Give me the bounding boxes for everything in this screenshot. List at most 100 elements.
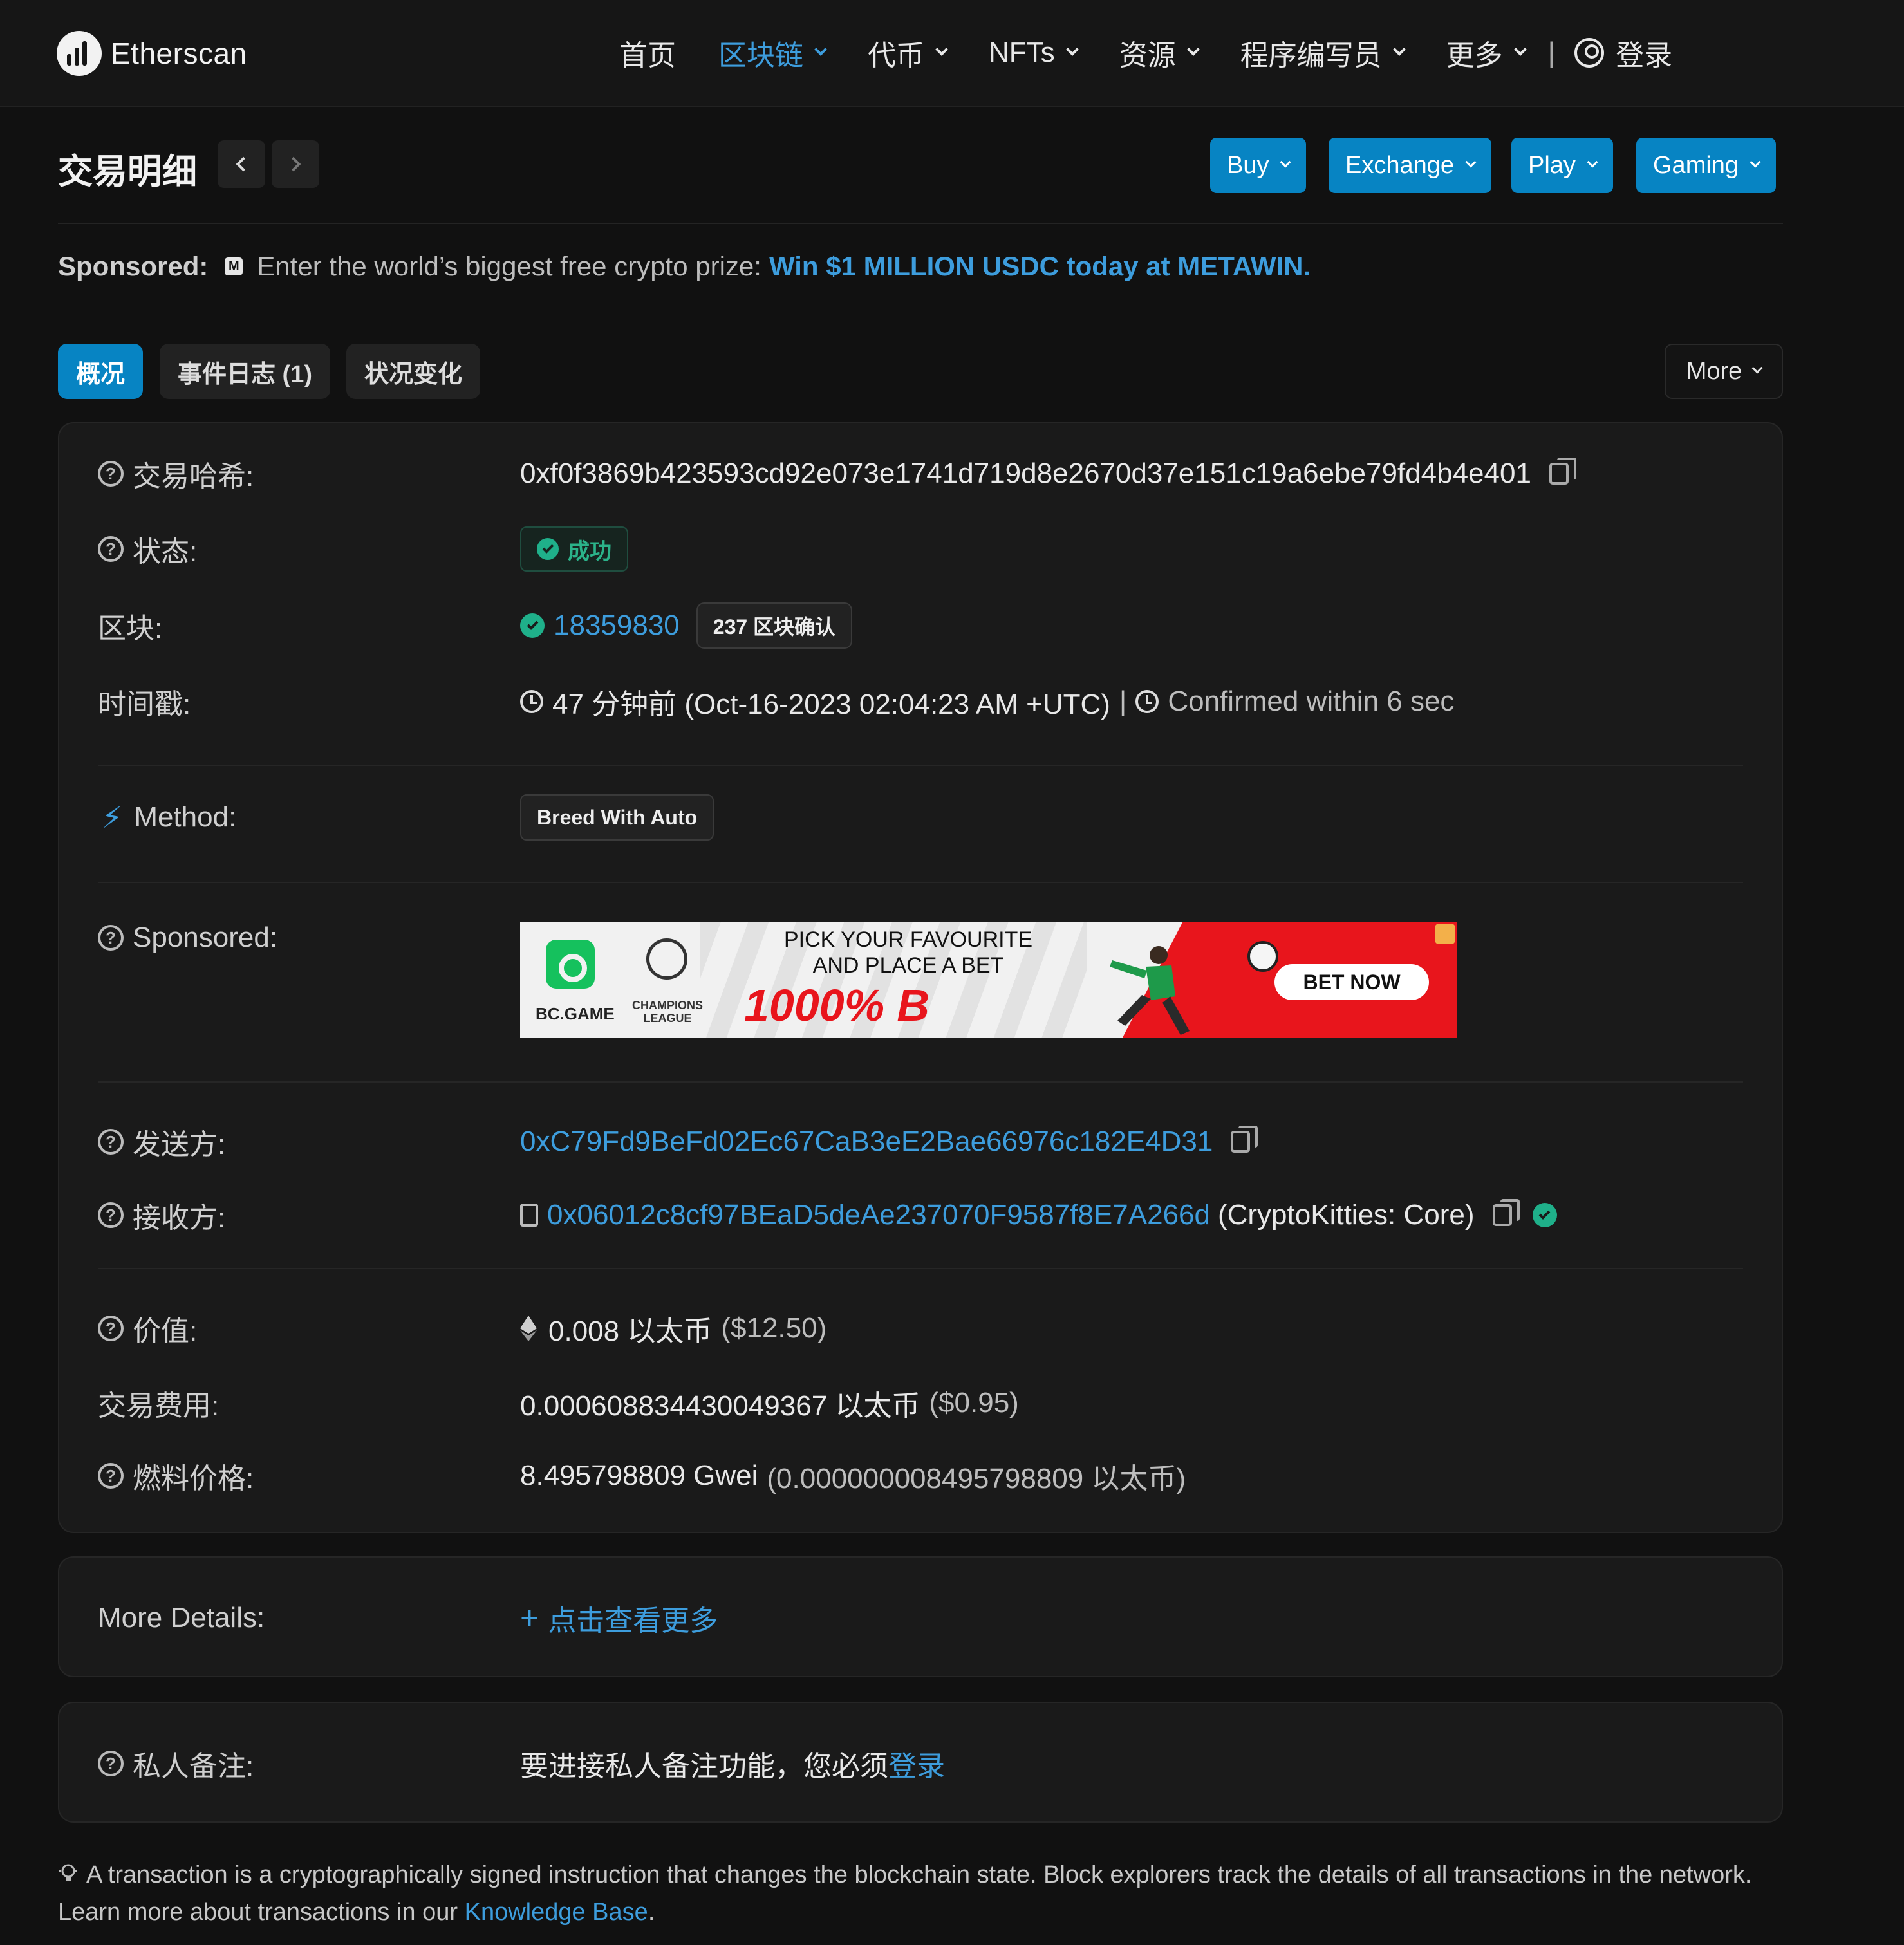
next-transaction-button[interactable] xyxy=(272,140,319,188)
banner-promo: 1000% B xyxy=(744,980,929,1030)
method-badge: Breed With Auto xyxy=(520,794,714,841)
question-icon[interactable]: ? xyxy=(98,1463,124,1489)
nav-item-nfts[interactable]: NFTs xyxy=(989,37,1079,69)
more-details-label: More Details: xyxy=(98,1602,265,1633)
copy-icon[interactable] xyxy=(1492,1199,1520,1226)
question-icon[interactable]: ? xyxy=(98,925,124,951)
chevron-down-icon xyxy=(935,43,948,56)
to-label: 接收方: xyxy=(133,1202,226,1234)
sponsored-label-group: ? Sponsored: xyxy=(98,922,277,954)
private-note-label: 私人备注: xyxy=(133,1751,254,1782)
block-label-group: 区块: xyxy=(98,605,162,646)
nav-item-tokens[interactable]: 代币 xyxy=(868,32,948,73)
tx-hash-value-group: 0xf0f3869b423593cd92e073e1741d719d8e2670… xyxy=(520,458,1576,490)
chevron-down-icon xyxy=(1065,43,1079,56)
block-confirmations: 237 区块确认 xyxy=(713,615,836,638)
timestamp-value: 47 分钟前 (Oct-16-2023 02:04:23 AM +UTC) xyxy=(552,689,1110,720)
nav-item-developers[interactable]: 程序编写员 xyxy=(1240,32,1406,73)
row-from: ? 发送方: 0xC79Fd9BeFd02Ec67CaB3eE2Bae66976c… xyxy=(98,1117,1743,1166)
question-icon[interactable]: ? xyxy=(98,1129,124,1155)
private-note-card: ? 私人备注: 要进接私人备注功能，您必须 登录 xyxy=(58,1702,1783,1823)
value-label: 价值: xyxy=(133,1316,198,1347)
question-icon[interactable]: ? xyxy=(98,1316,124,1341)
chevron-left-icon xyxy=(236,156,251,172)
etherscan-logo[interactable]: Etherscan xyxy=(57,31,247,76)
status-label-group: ? 状态: xyxy=(98,528,197,570)
nav-item-more[interactable]: 更多 xyxy=(1446,32,1527,73)
block-value-group: 18359830 237 区块确认 xyxy=(520,602,853,649)
ad-banner[interactable]: BC.GAME CHAMPIONS LEAGUE PICK YOUR FAVOU… xyxy=(520,922,1457,1038)
top-navbar: Etherscan 首页 区块链 代币 NFTs 资源 程序编写员 更多 | 登… xyxy=(0,0,1904,107)
tab-label: 事件日志 (1) xyxy=(178,360,313,388)
tx-hash-label: 交易哈希: xyxy=(133,461,254,492)
tx-hash-label-group: ? 交易哈希: xyxy=(98,453,254,494)
exchange-button[interactable]: Exchange xyxy=(1329,138,1492,193)
lightning-icon: ⚡ xyxy=(102,801,123,834)
copy-icon[interactable] xyxy=(1549,458,1576,485)
soccer-ball-icon xyxy=(1247,941,1278,972)
from-address-link[interactable]: 0xC79Fd9BeFd02Ec67CaB3eE2Bae66976c182E4D… xyxy=(520,1126,1213,1158)
cta-label: Gaming xyxy=(1653,151,1739,179)
question-icon[interactable]: ? xyxy=(98,536,124,562)
chevron-down-icon xyxy=(1280,156,1291,168)
status-label: 状态: xyxy=(133,536,198,568)
question-icon[interactable]: ? xyxy=(98,1202,124,1228)
tab-overview[interactable]: 概况 xyxy=(58,344,144,399)
to-address-link[interactable]: 0x06012c8cf97BEaD5deAe237070F9587f8E7A26… xyxy=(547,1199,1210,1231)
cta-label: Play xyxy=(1528,151,1576,179)
fee-label: 交易费用: xyxy=(98,1390,219,1422)
bet-now-button[interactable]: BET NOW xyxy=(1274,964,1429,1000)
private-note-login-link[interactable]: 登录 xyxy=(888,1743,945,1784)
chevron-right-icon xyxy=(286,156,301,172)
copy-icon[interactable] xyxy=(1231,1126,1258,1153)
ad-choices-icon[interactable] xyxy=(1435,924,1455,944)
row-tx-hash: ? 交易哈希: 0xf0f3869b423593cd92e073e1741d719… xyxy=(98,449,1743,498)
nav-item-blockchain[interactable]: 区块链 xyxy=(718,32,827,73)
prev-transaction-button[interactable] xyxy=(218,140,265,188)
knowledge-base-link[interactable]: Knowledge Base xyxy=(465,1899,648,1926)
nav-item-label: 资源 xyxy=(1119,40,1176,71)
divider xyxy=(58,223,1783,224)
method-label: Method: xyxy=(134,801,237,833)
stopwatch-icon xyxy=(1135,690,1159,713)
chevron-down-icon xyxy=(1392,43,1406,56)
gaming-button[interactable]: Gaming xyxy=(1636,138,1777,193)
fee-amount: 0.000608834430049367 以太币 xyxy=(520,1390,920,1422)
tab-label: 概况 xyxy=(76,360,126,388)
divider xyxy=(98,1268,1743,1269)
timestamp-label: 时间戳: xyxy=(98,689,191,720)
question-icon[interactable]: ? xyxy=(98,461,124,487)
to-label-group: ? 接收方: xyxy=(98,1195,225,1236)
block-number-link[interactable]: 18359830 xyxy=(554,610,680,642)
play-button[interactable]: Play xyxy=(1511,138,1613,193)
value-amount: 0.008 以太币 xyxy=(548,1316,713,1347)
login-link[interactable]: 登录 xyxy=(1574,32,1672,73)
clock-icon xyxy=(520,690,543,713)
nav-item-resources[interactable]: 资源 xyxy=(1119,32,1200,73)
question-icon[interactable]: ? xyxy=(98,1751,124,1776)
private-note-value-group: 要进接私人备注功能，您必须 登录 xyxy=(520,1743,945,1784)
chevron-down-icon xyxy=(1750,156,1761,168)
value-value-group: 0.008 以太币 ($12.50) xyxy=(520,1308,826,1349)
nav-item-label: 更多 xyxy=(1446,40,1503,71)
tab-state-changes[interactable]: 状况变化 xyxy=(346,344,481,399)
brand-name: Etherscan xyxy=(111,37,247,70)
block-label: 区块: xyxy=(98,613,163,644)
plus-icon: + xyxy=(520,1600,539,1636)
nav-item-home[interactable]: 首页 xyxy=(619,32,676,73)
chevron-down-icon xyxy=(1587,156,1598,168)
sponsored-label: Sponsored: xyxy=(133,922,278,953)
timestamp-separator: | xyxy=(1119,685,1127,717)
nav-item-label: NFTs xyxy=(989,37,1055,68)
from-label-group: ? 发送方: xyxy=(98,1121,225,1162)
more-details-link[interactable]: + 点击查看更多 xyxy=(520,1597,718,1639)
more-dropdown-button[interactable]: More xyxy=(1665,344,1783,399)
metawin-logo-icon: M xyxy=(225,257,243,275)
sponsored-link[interactable]: Win $1 MILLION USDC today at METAWIN. xyxy=(769,251,1311,282)
buy-button[interactable]: Buy xyxy=(1210,138,1307,193)
fee-value-group: 0.000608834430049367 以太币 ($0.95) xyxy=(520,1382,1019,1424)
champions-league-logo-icon xyxy=(646,938,687,980)
tab-event-logs[interactable]: 事件日志 (1) xyxy=(160,344,331,399)
gas-label-group: ? 燃料价格: xyxy=(98,1455,254,1496)
bc-game-logo-icon xyxy=(546,940,595,989)
